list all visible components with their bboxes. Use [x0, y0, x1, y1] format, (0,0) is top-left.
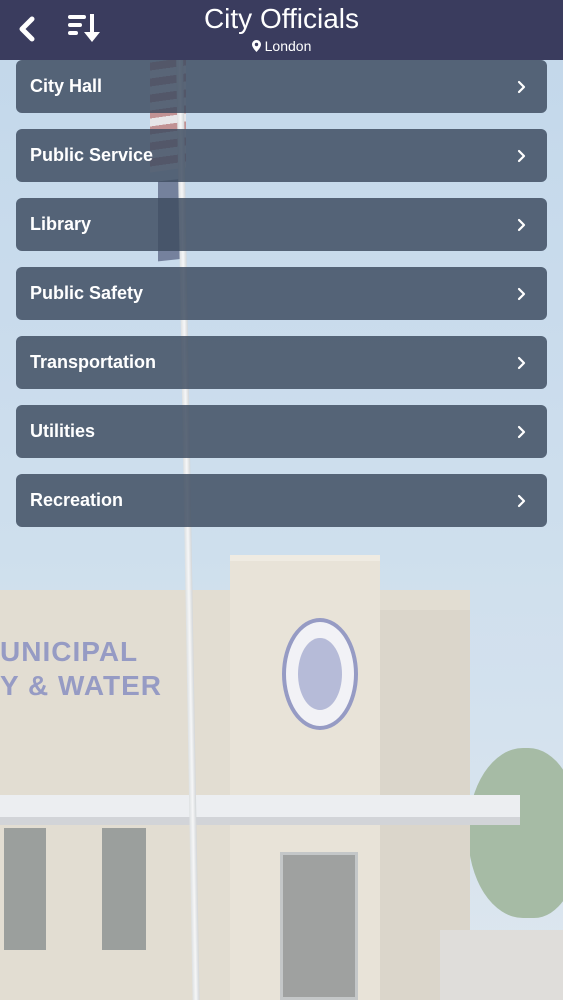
location-text: London [264, 38, 312, 54]
menu-item-recreation[interactable]: Recreation [16, 474, 547, 527]
menu-item-label: Public Safety [30, 283, 144, 303]
location-label: London [0, 38, 563, 54]
chevron-right-icon [517, 218, 526, 231]
chevron-right-icon [517, 494, 526, 507]
menu-item-label: Library [30, 214, 92, 234]
map-pin-icon [251, 40, 261, 52]
menu-item-label: Utilities [30, 421, 96, 441]
menu-item-public-safety[interactable]: Public Safety [16, 267, 547, 320]
chevron-right-icon [517, 80, 526, 93]
menu-item-label: Transportation [30, 352, 157, 372]
app-header: City Officials London [0, 0, 563, 60]
menu-item-city-hall[interactable]: City Hall [16, 60, 547, 113]
page-title: City Officials [203, 3, 360, 34]
menu-item-label: Public Service [30, 145, 154, 165]
menu-item-public-service[interactable]: Public Service [16, 129, 547, 182]
menu-item-label: City Hall [30, 76, 103, 96]
chevron-right-icon [517, 149, 526, 162]
menu-item-label: Recreation [30, 490, 124, 510]
menu-item-utilities[interactable]: Utilities [16, 405, 547, 458]
menu-item-transportation[interactable]: Transportation [16, 336, 547, 389]
chevron-right-icon [517, 425, 526, 438]
menu-item-library[interactable]: Library [16, 198, 547, 251]
chevron-right-icon [517, 287, 526, 300]
chevron-right-icon [517, 356, 526, 369]
